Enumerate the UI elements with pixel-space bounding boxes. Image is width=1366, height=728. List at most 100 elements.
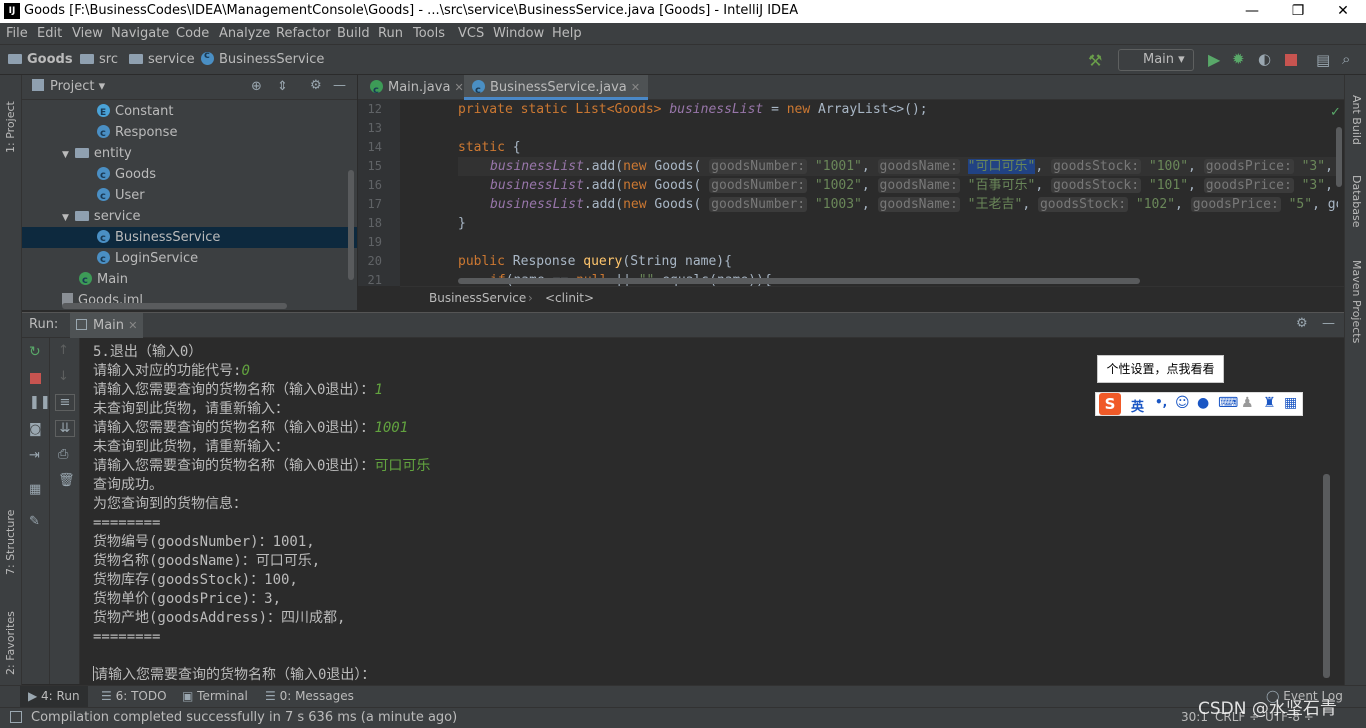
minimize-button[interactable]: — — [1229, 0, 1275, 23]
collapse-all-icon[interactable]: ⇕ — [277, 79, 288, 94]
hide-panel-icon[interactable]: — — [1322, 316, 1335, 331]
main-class-icon — [79, 270, 92, 291]
menu-file[interactable]: File — [6, 26, 28, 41]
menu-window[interactable]: Window — [493, 26, 544, 41]
rerun-icon[interactable]: ↻ — [29, 344, 41, 360]
bottom-tab-terminal[interactable]: ▣ Terminal — [182, 689, 248, 703]
scroll-from-source-icon[interactable]: ⊕ — [251, 79, 262, 94]
breadcrumb-src[interactable]: src — [80, 52, 118, 67]
exit-icon[interactable]: ⇥ — [29, 448, 40, 463]
bottom-tab-run[interactable]: ▶ 4: Run — [20, 686, 88, 707]
pause-icon[interactable]: ❚❚ — [29, 395, 51, 410]
skin-shirt-icon[interactable]: ♜ — [1263, 395, 1276, 411]
code-area[interactable]: private static List<Goods> businessList … — [458, 100, 1338, 286]
stop-icon[interactable] — [30, 373, 41, 384]
tree-item-constant[interactable]: Constant — [97, 101, 173, 124]
run-icon[interactable]: ▶ — [1208, 50, 1220, 69]
build-hammer-icon[interactable]: ⚒ — [1088, 51, 1102, 70]
breadcrumb-project[interactable]: Goods — [8, 52, 73, 67]
run-tab-main[interactable]: Main ✕ — [70, 313, 144, 338]
editor-horizontal-scrollbar[interactable] — [458, 278, 1140, 284]
console-line: 5.退出（输入0） — [93, 344, 203, 360]
expand-arrow-icon[interactable]: ▼ — [62, 150, 69, 160]
editor-vertical-scrollbar[interactable] — [1336, 127, 1342, 187]
menu-analyze[interactable]: Analyze — [219, 26, 270, 41]
status-message[interactable]: Compilation completed successfully in 7 … — [31, 710, 457, 725]
project-view-select[interactable]: Project ▾ — [50, 79, 105, 94]
tree-item-loginservice[interactable]: LoginService — [97, 248, 198, 270]
bottom-tab-messages[interactable]: ☰ 0: Messages — [265, 689, 354, 703]
run-config-select[interactable]: Main ▾ — [1118, 49, 1194, 71]
pin-icon[interactable]: ✎ — [29, 514, 40, 529]
tree-horizontal-scrollbar[interactable] — [62, 303, 287, 309]
emoji-icon[interactable]: ☺ — [1175, 395, 1190, 411]
scroll-to-end-icon[interactable]: ⇊ — [55, 420, 75, 437]
restore-button[interactable]: ❐ — [1275, 0, 1321, 23]
soft-wrap-icon[interactable]: ≡ — [55, 394, 75, 411]
tool-tab-ant-build[interactable]: Ant Build — [1350, 95, 1363, 145]
menu-help[interactable]: Help — [552, 26, 582, 41]
user-icon[interactable]: ♟ — [1241, 395, 1254, 411]
tree-item-service[interactable]: ▼ service — [62, 206, 141, 227]
tool-tab-database[interactable]: Database — [1350, 175, 1363, 228]
breadcrumb-method[interactable]: <clinit> — [545, 291, 594, 305]
menu-build[interactable]: Build — [337, 26, 370, 41]
search-everywhere-icon[interactable]: ⌕ — [1342, 50, 1350, 68]
dump-threads-icon[interactable]: ◙ — [29, 422, 42, 437]
menu-tools[interactable]: Tools — [413, 26, 445, 41]
close-tab-icon[interactable]: ✕ — [631, 81, 640, 94]
tree-item-main[interactable]: Main — [79, 269, 128, 291]
menu-code[interactable]: Code — [176, 26, 209, 41]
menu-vcs[interactable]: VCS — [458, 26, 484, 41]
tree-item-response[interactable]: Response — [97, 122, 177, 144]
breadcrumb-service[interactable]: service — [129, 52, 195, 67]
toolbox-grid-icon[interactable]: ▦ — [1284, 395, 1297, 411]
console-output[interactable]: 5.退出（输入0） 请输入对应的功能代号:0 请输入您需要查询的货物名称（输入0… — [80, 338, 1334, 684]
menu-refactor[interactable]: Refactor — [276, 26, 331, 41]
menu-run[interactable]: Run — [378, 26, 403, 41]
close-tab-icon[interactable]: ✕ — [128, 319, 137, 332]
ime-language-toggle[interactable]: 英 — [1131, 396, 1144, 415]
hide-panel-icon[interactable]: — — [333, 78, 346, 93]
tool-tab-favorites[interactable]: 2: Favorites — [4, 595, 17, 675]
ime-punctuation-toggle[interactable]: •, — [1155, 395, 1167, 409]
tab-main-java[interactable]: Main.java ✕ — [362, 75, 472, 103]
tree-item-user[interactable]: User — [97, 185, 145, 207]
breadcrumb-class[interactable]: BusinessService — [429, 291, 526, 305]
settings-gear-icon[interactable]: ⚙ — [1296, 316, 1308, 331]
menu-navigate[interactable]: Navigate — [111, 26, 169, 41]
tree-item-goods[interactable]: Goods — [97, 164, 156, 186]
keyboard-icon[interactable]: ⌨ — [1218, 395, 1238, 411]
console-scrollbar[interactable] — [1323, 474, 1330, 678]
clear-all-icon[interactable]: 🗑 — [58, 473, 75, 488]
coverage-icon[interactable]: ◐ — [1258, 50, 1271, 68]
layout-icon[interactable]: ▦ — [29, 482, 41, 497]
tool-tab-project[interactable]: 1: Project — [4, 83, 17, 153]
menu-edit[interactable]: Edit — [37, 26, 62, 41]
tree-item-entity[interactable]: ▼ entity — [62, 143, 132, 164]
inspection-ok-icon[interactable]: ✓ — [1330, 105, 1341, 120]
tool-tab-structure[interactable]: 7: Structure — [4, 495, 17, 575]
debug-icon[interactable]: ✹ — [1232, 50, 1245, 68]
tool-windows-icon[interactable] — [10, 711, 22, 723]
print-icon[interactable]: ⎙ — [58, 447, 68, 462]
down-arrow-icon[interactable]: ↓ — [58, 369, 69, 384]
expand-arrow-icon[interactable]: ▼ — [62, 213, 69, 223]
breadcrumb-file[interactable]: BusinessService — [201, 50, 324, 67]
sogou-logo-icon[interactable]: S — [1099, 393, 1121, 415]
project-structure-icon[interactable]: ▤ — [1316, 51, 1330, 69]
tree-item-businessservice[interactable]: BusinessService — [97, 227, 220, 249]
tree-vertical-scrollbar[interactable] — [348, 170, 354, 280]
ime-toolbar[interactable]: S 英 •, ☺ ● ⌨ ♟ ♜ ▦ — [1095, 392, 1303, 416]
menu-view[interactable]: View — [72, 26, 103, 41]
tab-businessservice-java[interactable]: BusinessService.java ✕ — [464, 75, 649, 103]
up-arrow-icon[interactable]: ↑ — [58, 343, 69, 358]
tool-tab-maven[interactable]: Maven Projects — [1350, 260, 1363, 343]
close-button[interactable]: ✕ — [1320, 0, 1366, 23]
ime-tooltip[interactable]: 个性设置，点我看看 — [1097, 355, 1224, 383]
settings-gear-icon[interactable]: ⚙ — [310, 78, 322, 93]
stop-icon[interactable] — [1285, 54, 1297, 66]
close-tab-icon[interactable]: ✕ — [455, 81, 464, 94]
microphone-icon[interactable]: ● — [1197, 395, 1209, 411]
bottom-tab-todo[interactable]: ☰ 6: TODO — [101, 689, 167, 703]
